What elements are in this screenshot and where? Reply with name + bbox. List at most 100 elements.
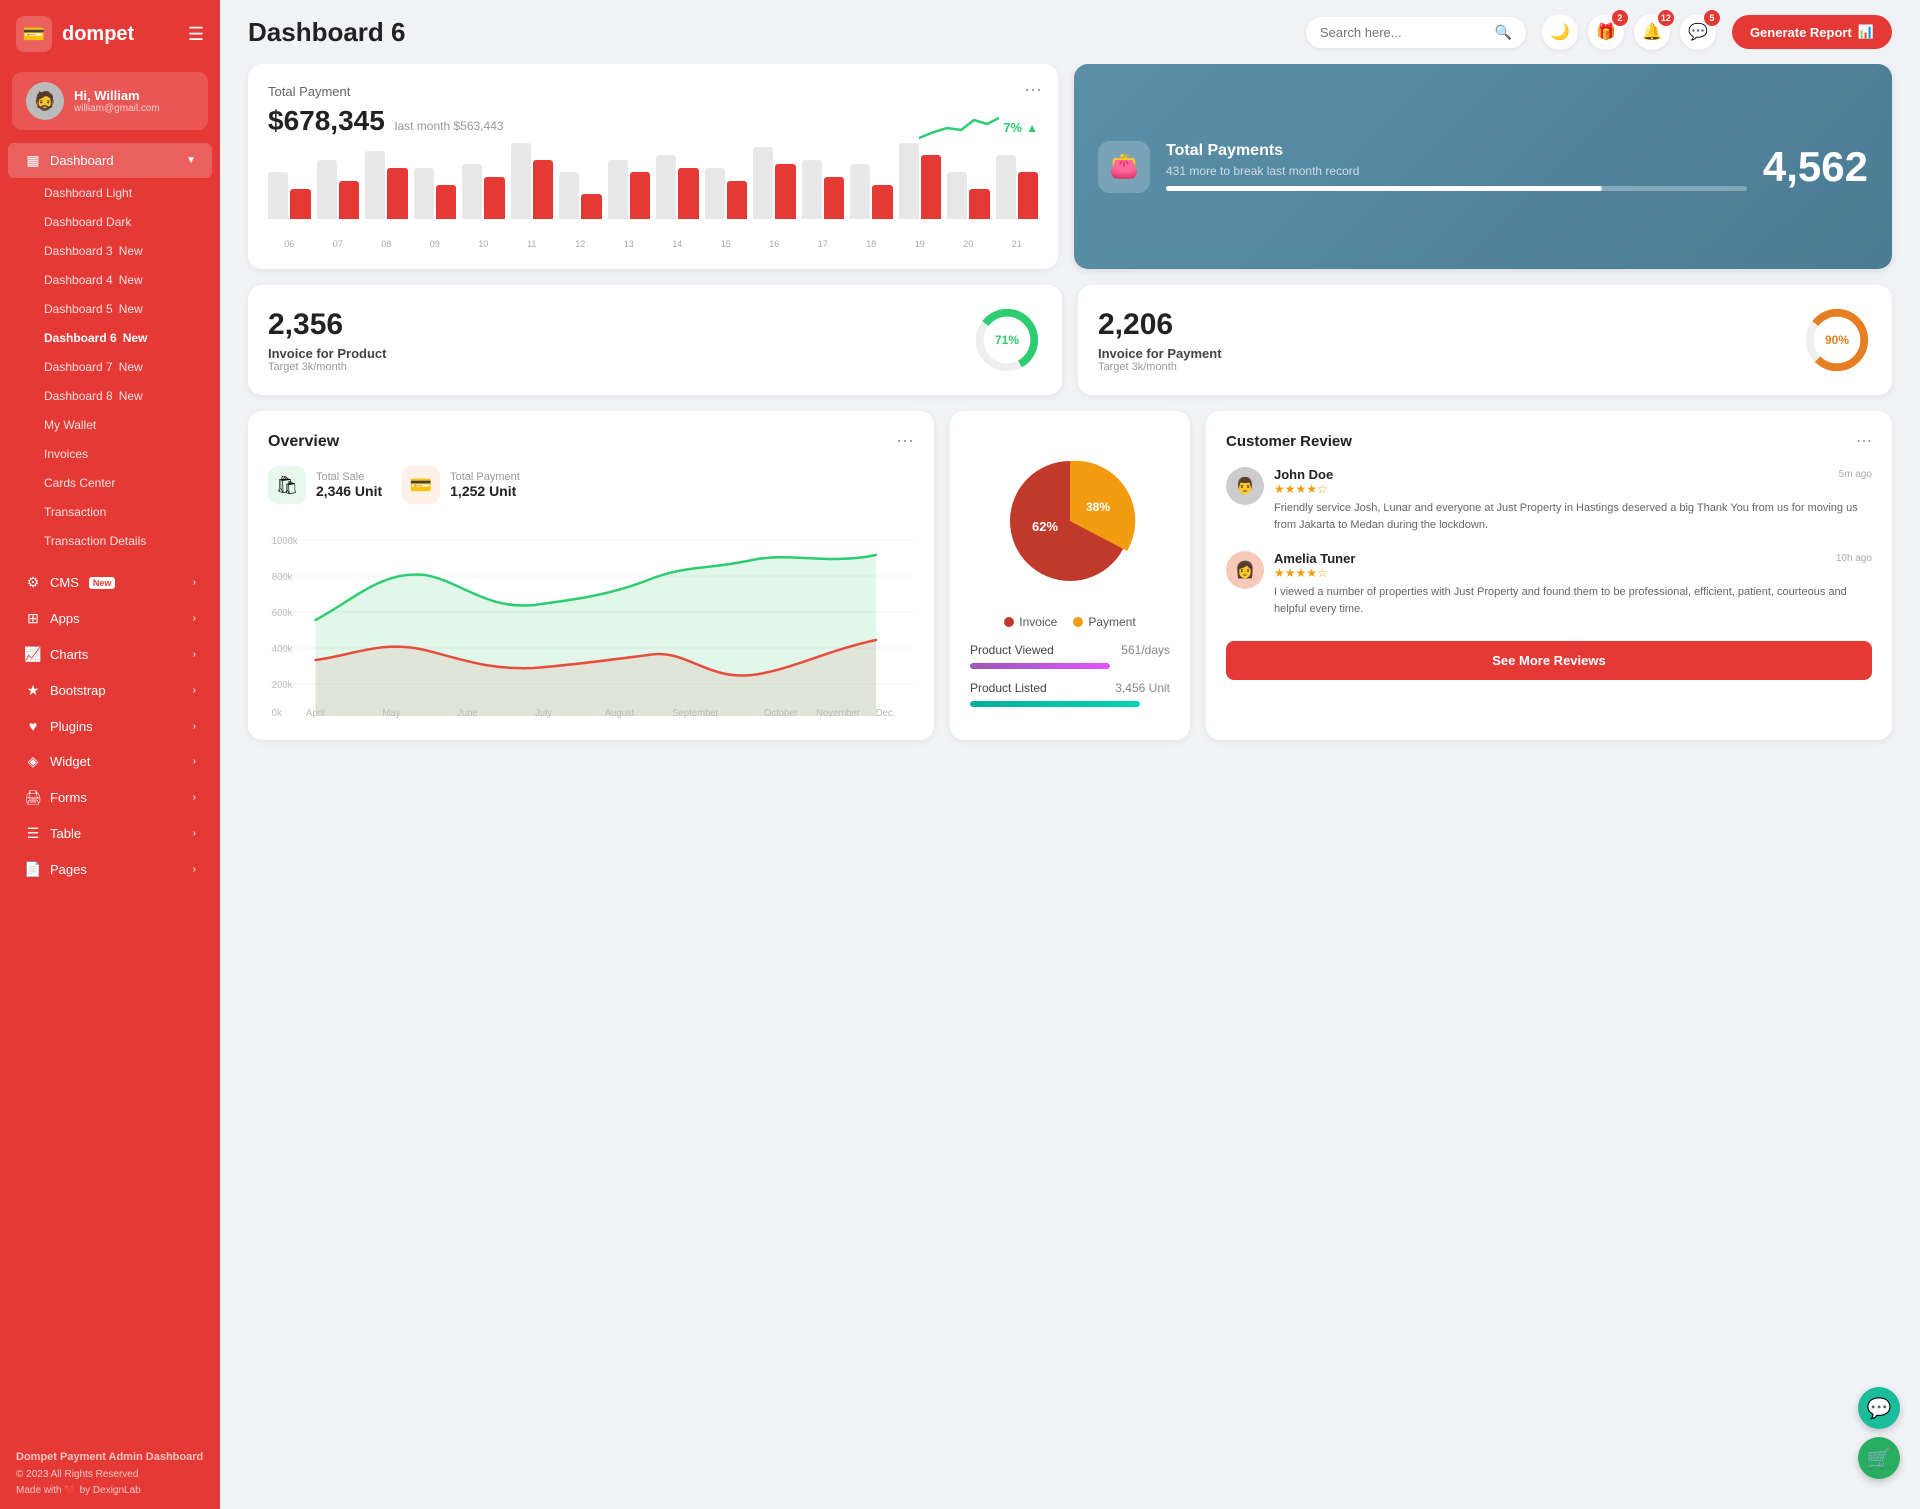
invoice-product-donut: 71% xyxy=(972,305,1042,375)
logo-icon: 💳 xyxy=(16,16,52,52)
sidebar-item-transaction[interactable]: Transaction xyxy=(8,498,212,526)
overview-card: Overview ⋯ 🛍 Total Sale 2,346 Unit 💳 xyxy=(248,411,934,740)
area-chart: 1000k 800k 600k 400k 200k 0k April xyxy=(268,520,914,720)
bar-label-8: 14 xyxy=(656,239,699,249)
sidebar-item-bootstrap[interactable]: ★ Bootstrap › xyxy=(8,673,212,708)
generate-report-button[interactable]: Generate Report 📊 xyxy=(1732,15,1892,49)
sidebar-item-pages[interactable]: 📄 Pages › xyxy=(8,852,212,887)
sidebar-item-dashboard-3[interactable]: Dashboard 3 New xyxy=(8,237,212,265)
invoice-payment-number: 2,206 xyxy=(1098,308,1790,342)
chat-floating-btn[interactable]: 💬 xyxy=(1858,1387,1900,1429)
svg-text:October: October xyxy=(764,708,799,719)
svg-text:800k: 800k xyxy=(272,572,293,583)
invoice-product-target: Target 3k/month xyxy=(268,361,960,373)
bar-group-4 xyxy=(462,164,505,219)
bar-red-0 xyxy=(290,189,310,219)
bar-label-12: 18 xyxy=(850,239,893,249)
bar-label-10: 16 xyxy=(753,239,796,249)
product-listed-value: 3,456 Unit xyxy=(1115,681,1170,695)
product-viewed-bar xyxy=(970,663,1110,669)
product-viewed-value: 561/days xyxy=(1121,643,1170,657)
reviewer-2-time: 10h ago xyxy=(1836,553,1872,564)
sidebar-item-transaction-details[interactable]: Transaction Details xyxy=(8,527,212,555)
bell-btn[interactable]: 🔔 12 xyxy=(1634,14,1670,50)
sidebar-item-apps[interactable]: ⊞ Apps › xyxy=(8,601,212,636)
header-icons: 🌙 🎁 2 🔔 12 💬 5 xyxy=(1542,14,1716,50)
chevron-right-icon: › xyxy=(193,685,196,696)
sidebar-item-charts[interactable]: 📈 Charts › xyxy=(8,637,212,672)
sidebar-item-widget[interactable]: ◈ Widget › xyxy=(8,744,212,779)
tp-number: 4,562 xyxy=(1763,143,1868,191)
invoice-payment-label: Invoice for Payment xyxy=(1098,346,1790,361)
bar-light-7 xyxy=(608,160,628,220)
product-listed-label: Product Listed xyxy=(970,681,1047,695)
plugins-icon: ♥ xyxy=(24,718,42,734)
sidebar-item-my-wallet[interactable]: My Wallet xyxy=(8,411,212,439)
bar-label-14: 20 xyxy=(947,239,990,249)
card-menu-icon[interactable]: ⋯ xyxy=(1024,80,1042,101)
overview-menu-icon[interactable]: ⋯ xyxy=(896,431,914,452)
bar-red-5 xyxy=(533,160,553,220)
message-btn[interactable]: 💬 5 xyxy=(1680,14,1716,50)
reviewer-1-content: John Doe 5m ago ★★★★☆ Friendly service J… xyxy=(1274,467,1872,533)
footer-copy: © 2023 All Rights Reserved xyxy=(16,1467,204,1483)
total-payment-overview-label: Total Payment xyxy=(450,471,520,483)
svg-text:November: November xyxy=(816,708,861,719)
sidebar-item-plugins[interactable]: ♥ Plugins › xyxy=(8,709,212,743)
total-payments-blue-card: 👛 Total Payments 431 more to break last … xyxy=(1074,64,1892,269)
bootstrap-icon: ★ xyxy=(24,682,42,699)
sidebar-item-dashboard-7[interactable]: Dashboard 7 New xyxy=(8,353,212,381)
review-title: Customer Review xyxy=(1226,433,1352,450)
search-input[interactable] xyxy=(1320,25,1487,40)
reviewer-2-avatar: 👩 xyxy=(1226,551,1264,589)
bar-group-2 xyxy=(365,151,408,219)
sidebar-item-cms[interactable]: ⚙ CMS New › xyxy=(8,565,212,600)
svg-text:Dec.: Dec. xyxy=(876,708,896,719)
sidebar-item-dashboard[interactable]: ▦ Dashboard ▼ xyxy=(8,143,212,178)
bar-red-1 xyxy=(339,181,359,219)
sidebar-item-invoices[interactable]: Invoices xyxy=(8,440,212,468)
sidebar-item-forms[interactable]: 🖨 Forms › xyxy=(8,780,212,815)
floating-buttons: 💬 🛒 xyxy=(1858,1387,1900,1479)
review-menu-icon[interactable]: ⋯ xyxy=(1856,431,1872,451)
user-profile[interactable]: 🧔 Hi, William william@gmail.com xyxy=(12,72,208,130)
tp-progress-fill xyxy=(1166,186,1602,191)
gift-btn[interactable]: 🎁 2 xyxy=(1588,14,1624,50)
charts-icon: 📈 xyxy=(24,646,42,663)
sidebar-item-table[interactable]: ☰ Table › xyxy=(8,816,212,851)
sidebar-item-cards-center[interactable]: Cards Center xyxy=(8,469,212,497)
sidebar-item-dashboard-4[interactable]: Dashboard 4 New xyxy=(8,266,212,294)
bar-group-15 xyxy=(996,155,1039,219)
bar-label-15: 21 xyxy=(996,239,1039,249)
sidebar-item-dashboard-5[interactable]: Dashboard 5 New xyxy=(8,295,212,323)
total-payment-label: Total Payment xyxy=(268,84,1038,99)
sidebar-logo: 💳 dompet ☰ xyxy=(0,0,220,64)
invoice-product-label: Invoice for Product xyxy=(268,346,960,361)
sidebar-item-dashboard-dark[interactable]: Dashboard Dark xyxy=(8,208,212,236)
search-bar[interactable]: 🔍 xyxy=(1306,17,1526,48)
theme-toggle-btn[interactable]: 🌙 xyxy=(1542,14,1578,50)
bar-label-5: 11 xyxy=(511,239,554,249)
sale-icon: 🛍 xyxy=(268,466,306,504)
sidebar-item-dashboard-light[interactable]: Dashboard Light xyxy=(8,179,212,207)
see-more-reviews-button[interactable]: See More Reviews xyxy=(1226,641,1872,680)
bar-label-4: 10 xyxy=(462,239,505,249)
row-3: Overview ⋯ 🛍 Total Sale 2,346 Unit 💳 xyxy=(248,411,1892,740)
svg-text:0k: 0k xyxy=(272,708,282,719)
cart-floating-btn[interactable]: 🛒 xyxy=(1858,1437,1900,1479)
total-sale-stat: 🛍 Total Sale 2,346 Unit xyxy=(268,466,382,504)
bar-red-11 xyxy=(824,177,844,220)
bar-red-10 xyxy=(775,164,795,219)
sidebar-item-dashboard-6[interactable]: Dashboard 6 New xyxy=(8,324,212,352)
bar-group-11 xyxy=(802,160,845,220)
bar-light-8 xyxy=(656,155,676,219)
sidebar-item-dashboard-8[interactable]: Dashboard 8 New xyxy=(8,382,212,410)
sidebar-footer: Dompet Payment Admin Dashboard © 2023 Al… xyxy=(0,1435,220,1509)
bar-label-3: 09 xyxy=(414,239,457,249)
payment-legend-label: Payment xyxy=(1088,615,1135,629)
hamburger-icon[interactable]: ☰ xyxy=(188,24,204,45)
bar-red-13 xyxy=(921,155,941,219)
bell-badge: 12 xyxy=(1658,10,1674,26)
payment-dot xyxy=(1073,617,1083,627)
svg-text:62%: 62% xyxy=(1032,519,1058,534)
